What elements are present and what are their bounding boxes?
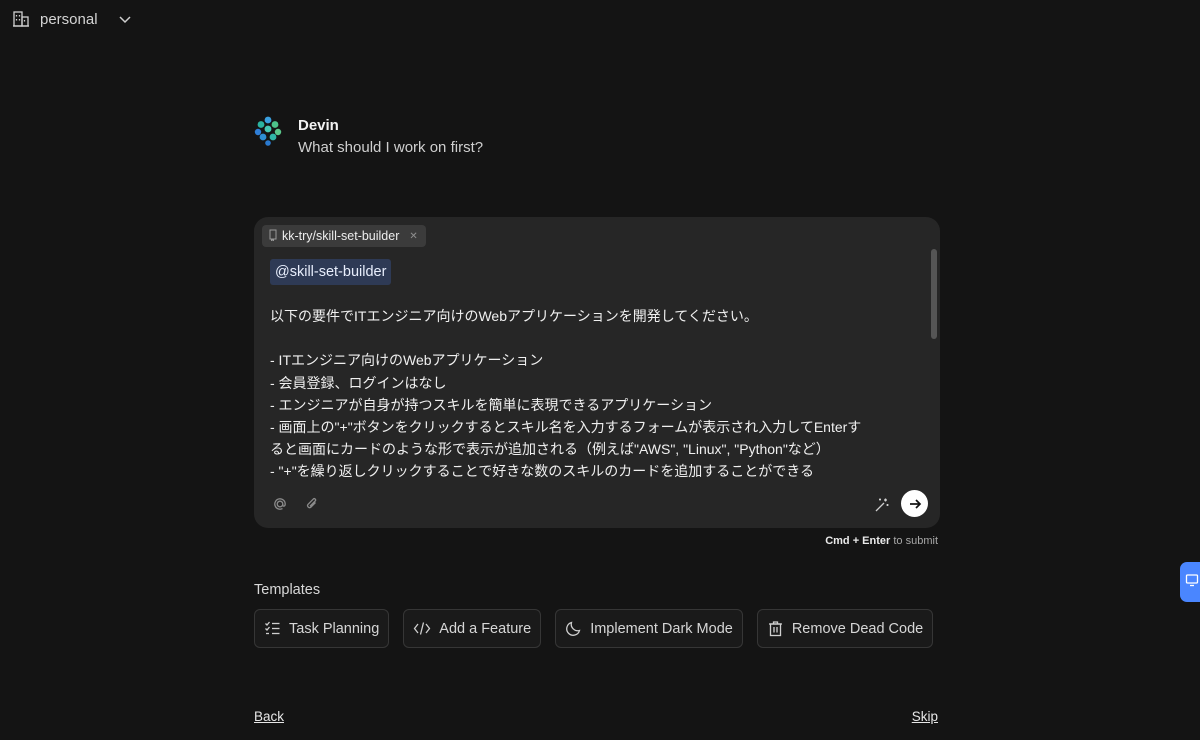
repo-chip-label: kk-try/skill-set-builder [282, 229, 400, 243]
template-label: Task Planning [289, 620, 380, 637]
moon-icon [565, 620, 582, 637]
paperclip-icon[interactable] [304, 496, 320, 512]
templates-list: Task Planning Add a Feature Implement Da… [254, 609, 934, 648]
side-panel-tab[interactable] [1180, 562, 1200, 602]
repo-chip[interactable]: kk-try/skill-set-builder ✕ [262, 225, 426, 247]
monitor-icon [1185, 573, 1199, 592]
submit-hint-text: to submit [890, 535, 938, 547]
prompt-textarea[interactable]: @skill-set-builder 以下の要件でITエンジニア向けのWebアプ… [270, 259, 922, 481]
agent-intro: Devin What should I work on first? [254, 116, 483, 156]
agent-name: Devin [298, 117, 339, 134]
code-icon [413, 620, 431, 637]
repo-icon [268, 229, 278, 244]
prompt-line: ると画面にカードのような形で表示が追加される（例えば"AWS", "Linux"… [270, 441, 830, 458]
template-task-planning[interactable]: Task Planning [254, 609, 390, 648]
prompt-scrollbar[interactable] [930, 249, 938, 481]
workspace-switcher[interactable]: personal [12, 10, 132, 28]
send-button[interactable] [901, 490, 928, 517]
prompt-line: - ITエンジニア向けのWebアプリケーション [270, 352, 544, 369]
building-icon [12, 10, 30, 28]
checklist-icon [264, 620, 281, 637]
prompt-line [270, 327, 922, 349]
agent-question: What should I work on first? [298, 139, 484, 156]
prompt-line: - 会員登録、ログインはなし [270, 374, 447, 391]
template-label: Remove Dead Code [791, 620, 924, 637]
close-icon[interactable]: ✕ [409, 231, 417, 242]
templates-heading: Templates [254, 582, 321, 598]
prompt-composer: kk-try/skill-set-builder ✕ @skill-set-bu… [254, 217, 940, 528]
composer-tools [272, 496, 320, 512]
template-label: Add a Feature [439, 620, 532, 637]
back-link[interactable]: Back [254, 709, 284, 724]
magic-wand-icon[interactable] [872, 495, 892, 515]
template-dark-mode[interactable]: Implement Dark Mode [555, 609, 743, 648]
chevron-down-icon [118, 12, 132, 26]
devin-logo-icon [254, 116, 282, 151]
prompt-line: - 画面上の"+"ボタンをクリックするとスキル名を入力するフォームが表示され入力… [270, 419, 862, 435]
scrollbar-thumb[interactable] [931, 249, 937, 339]
template-label: Implement Dark Mode [590, 620, 733, 637]
workspace-name: personal [40, 10, 98, 28]
skip-link[interactable]: Skip [912, 709, 938, 724]
prompt-line: - "+"を繰り返しクリックすることで好きな数のスキルのカードを追加することがで… [270, 463, 814, 480]
template-add-feature[interactable]: Add a Feature [403, 609, 542, 648]
submit-hint-keys: Cmd + Enter [825, 535, 891, 547]
arrow-right-icon [909, 498, 921, 509]
at-mention-icon[interactable] [272, 496, 288, 512]
submit-hint: Cmd + Enter to submit [825, 535, 938, 547]
trash-icon [767, 620, 784, 637]
prompt-line: 以下の要件でITエンジニア向けのWebアプリケーションを開発してください。 [270, 308, 758, 324]
repo-mention: @skill-set-builder [270, 259, 392, 285]
prompt-line: - エンジニアが自身が持つスキルを簡単に表現できるアプリケーション [270, 396, 712, 413]
template-remove-dead-code[interactable]: Remove Dead Code [756, 609, 934, 648]
